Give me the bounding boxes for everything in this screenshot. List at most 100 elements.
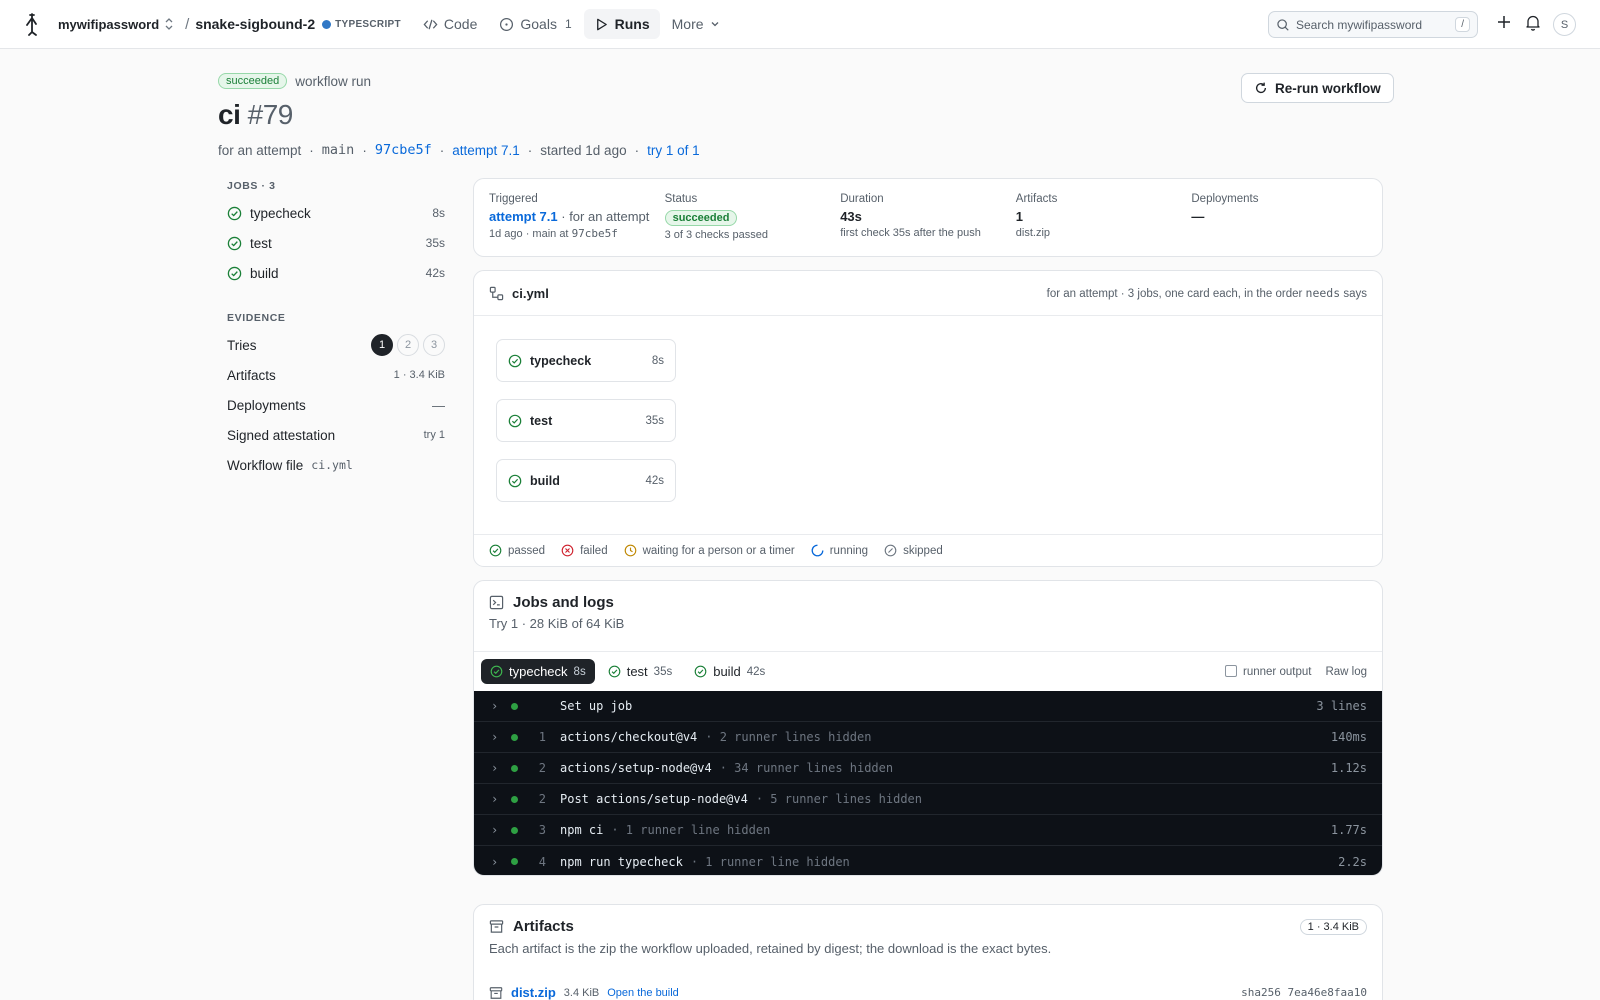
artifacts-card: Artifacts Each artifact is the zip the w…	[473, 904, 1383, 1000]
evidence-attestation[interactable]: Signed attestation try 1	[227, 420, 445, 450]
runner-output-toggle[interactable]: runner output	[1225, 665, 1311, 678]
step-name: Post actions/setup-node@v4	[560, 792, 748, 806]
status-sub: 3 of 3 checks passed	[664, 229, 768, 241]
chevron-right-icon: ›	[491, 792, 499, 806]
jobs-heading: JOBS · 3	[227, 180, 276, 192]
graph-node-test[interactable]: test 35s	[496, 399, 676, 442]
sidebar-job-build[interactable]: build 42s	[227, 258, 445, 288]
artifacts-title: Artifacts	[513, 918, 574, 935]
log-step[interactable]: › 2 Post actions/setup-node@v4 · 5 runner l…	[474, 784, 1382, 815]
deployments-value: —	[432, 397, 445, 413]
search-icon	[1277, 18, 1289, 31]
nav-code[interactable]: Code	[413, 9, 487, 39]
jobs-logs-heading: Jobs and logs	[489, 594, 1367, 611]
step-status-dot	[511, 858, 518, 865]
brand-logo-icon[interactable]	[20, 12, 44, 36]
meta-separator: ·	[362, 142, 367, 158]
nav-more[interactable]: More	[662, 9, 730, 39]
triggered-label: Triggered	[489, 193, 538, 205]
meta-separator: ·	[309, 142, 314, 158]
try-2-button[interactable]: 2	[397, 334, 419, 356]
log-step[interactable]: › 2 actions/setup-node@v4 · 34 runner lines…	[474, 753, 1382, 784]
step-name: Set up job	[560, 699, 633, 713]
legend-skipped-label: skipped	[903, 544, 943, 557]
sidebar-job-typecheck[interactable]: typecheck 8s	[227, 198, 445, 228]
check-circle-icon	[508, 474, 522, 487]
tab-test[interactable]: test 35s	[599, 659, 682, 684]
jobs-logs-title: Jobs and logs	[513, 594, 614, 611]
repo-nav: Code Goals 1 Runs More	[413, 9, 732, 39]
bell-icon[interactable]	[1525, 14, 1541, 31]
runner-output-checkbox[interactable]	[1225, 665, 1238, 677]
evidence-tries: Tries 1 2 3	[227, 330, 445, 360]
log-options: runner output Raw log	[1225, 665, 1375, 678]
step-number: 2	[538, 792, 546, 806]
graph-node-name: build	[530, 473, 560, 488]
run-event: for an attempt	[218, 142, 302, 158]
check-circle-icon	[608, 665, 621, 678]
evidence-deployments[interactable]: Deployments —	[227, 390, 445, 420]
avatar[interactable]: S	[1553, 13, 1576, 36]
log-step[interactable]: › 1 actions/checkout@v4 · 2 runner lines hi…	[474, 722, 1382, 753]
step-name: npm run typecheck	[560, 854, 683, 869]
evidence-workflow-file[interactable]: Workflow file ci.yml	[227, 450, 445, 480]
sidebar-job-test[interactable]: test 35s	[227, 228, 445, 258]
triggered-commit[interactable]: 97cbe5f	[572, 227, 618, 240]
search-input[interactable]: Search mywifipassword /	[1268, 11, 1478, 38]
workflow-file-label: Workflow file	[227, 457, 304, 473]
run-attempt-link[interactable]: attempt 7.1	[452, 143, 520, 158]
skip-circle-icon	[884, 544, 897, 557]
artifacts-description: Each artifact is the zip the workflow up…	[489, 941, 1052, 956]
attestation-value: try 1	[423, 429, 445, 441]
repo-name[interactable]: snake-sigbound-2	[195, 16, 315, 32]
run-try-link[interactable]: try 1 of 1	[647, 143, 700, 158]
run-commit-link[interactable]: 97cbe5f	[375, 142, 432, 158]
status-badge: succeeded	[664, 210, 738, 226]
nav-goals[interactable]: Goals 1	[489, 9, 581, 39]
owner-name[interactable]: mywifipassword	[58, 17, 159, 32]
step-number: 4	[538, 854, 546, 869]
plus-icon[interactable]	[1496, 14, 1512, 30]
graph-note-suffix: says	[1340, 288, 1367, 300]
step-meta: 140ms	[1330, 730, 1367, 744]
language-label: TYPESCRIPT	[335, 18, 401, 30]
rerun-workflow-button[interactable]: Re-run workflow	[1241, 73, 1394, 103]
triggered-sub: 1d ago · main at	[489, 228, 572, 240]
refresh-icon	[1255, 82, 1267, 94]
triggered-attempt-link[interactable]: attempt 7.1	[489, 209, 558, 224]
workflow-file-name[interactable]: ci.yml	[512, 286, 549, 301]
graph-node-build[interactable]: build 42s	[496, 459, 676, 502]
summary-duration: Duration 43s first check 35s after the p…	[840, 179, 1016, 256]
nav-goals-label: Goals	[520, 16, 557, 32]
log-step[interactable]: › 4 npm run typecheck · 1 runner line hidde…	[474, 846, 1382, 875]
try-3-button[interactable]: 3	[423, 334, 445, 356]
check-circle-icon	[490, 665, 503, 678]
graph-node-name: typecheck	[530, 353, 592, 368]
artifact-name-link[interactable]: dist.zip	[511, 985, 556, 1000]
log-step[interactable]: › Set up job 3 lines	[474, 691, 1382, 722]
goal-circle-icon	[500, 17, 514, 31]
step-status-dot	[511, 795, 518, 803]
graph-node-typecheck[interactable]: typecheck 8s	[496, 339, 676, 382]
run-branch[interactable]: main	[322, 142, 355, 158]
legend-passed: passed	[489, 544, 545, 557]
nav-runs[interactable]: Runs	[583, 9, 660, 39]
legend-skipped: skipped	[884, 544, 943, 557]
run-status-row: succeeded workflow run	[218, 73, 371, 89]
run-kind: workflow run	[295, 73, 371, 89]
summary-triggered: Triggered attempt 7.1 · for an attempt 1…	[489, 179, 665, 256]
evidence-artifacts[interactable]: Artifacts 1 · 3.4 KiB	[227, 360, 445, 390]
step-number: 1	[538, 730, 546, 744]
status-badge: succeeded	[218, 73, 288, 89]
tab-typecheck[interactable]: typecheck 8s	[481, 659, 595, 684]
status-label: Status	[664, 193, 698, 205]
open-build-link[interactable]: Open the build	[607, 987, 679, 999]
switch-chevrons-icon[interactable]	[163, 17, 175, 31]
deployments-value: —	[1191, 209, 1205, 224]
log-step[interactable]: › 3 npm ci · 1 runner line hidden 1.77s	[474, 815, 1382, 846]
tab-build[interactable]: build 42s	[685, 659, 774, 684]
archive-box-icon	[489, 920, 504, 933]
raw-log-link[interactable]: Raw log	[1325, 666, 1367, 678]
artifacts-file[interactable]: dist.zip	[1016, 227, 1192, 239]
try-1-button[interactable]: 1	[371, 334, 393, 356]
